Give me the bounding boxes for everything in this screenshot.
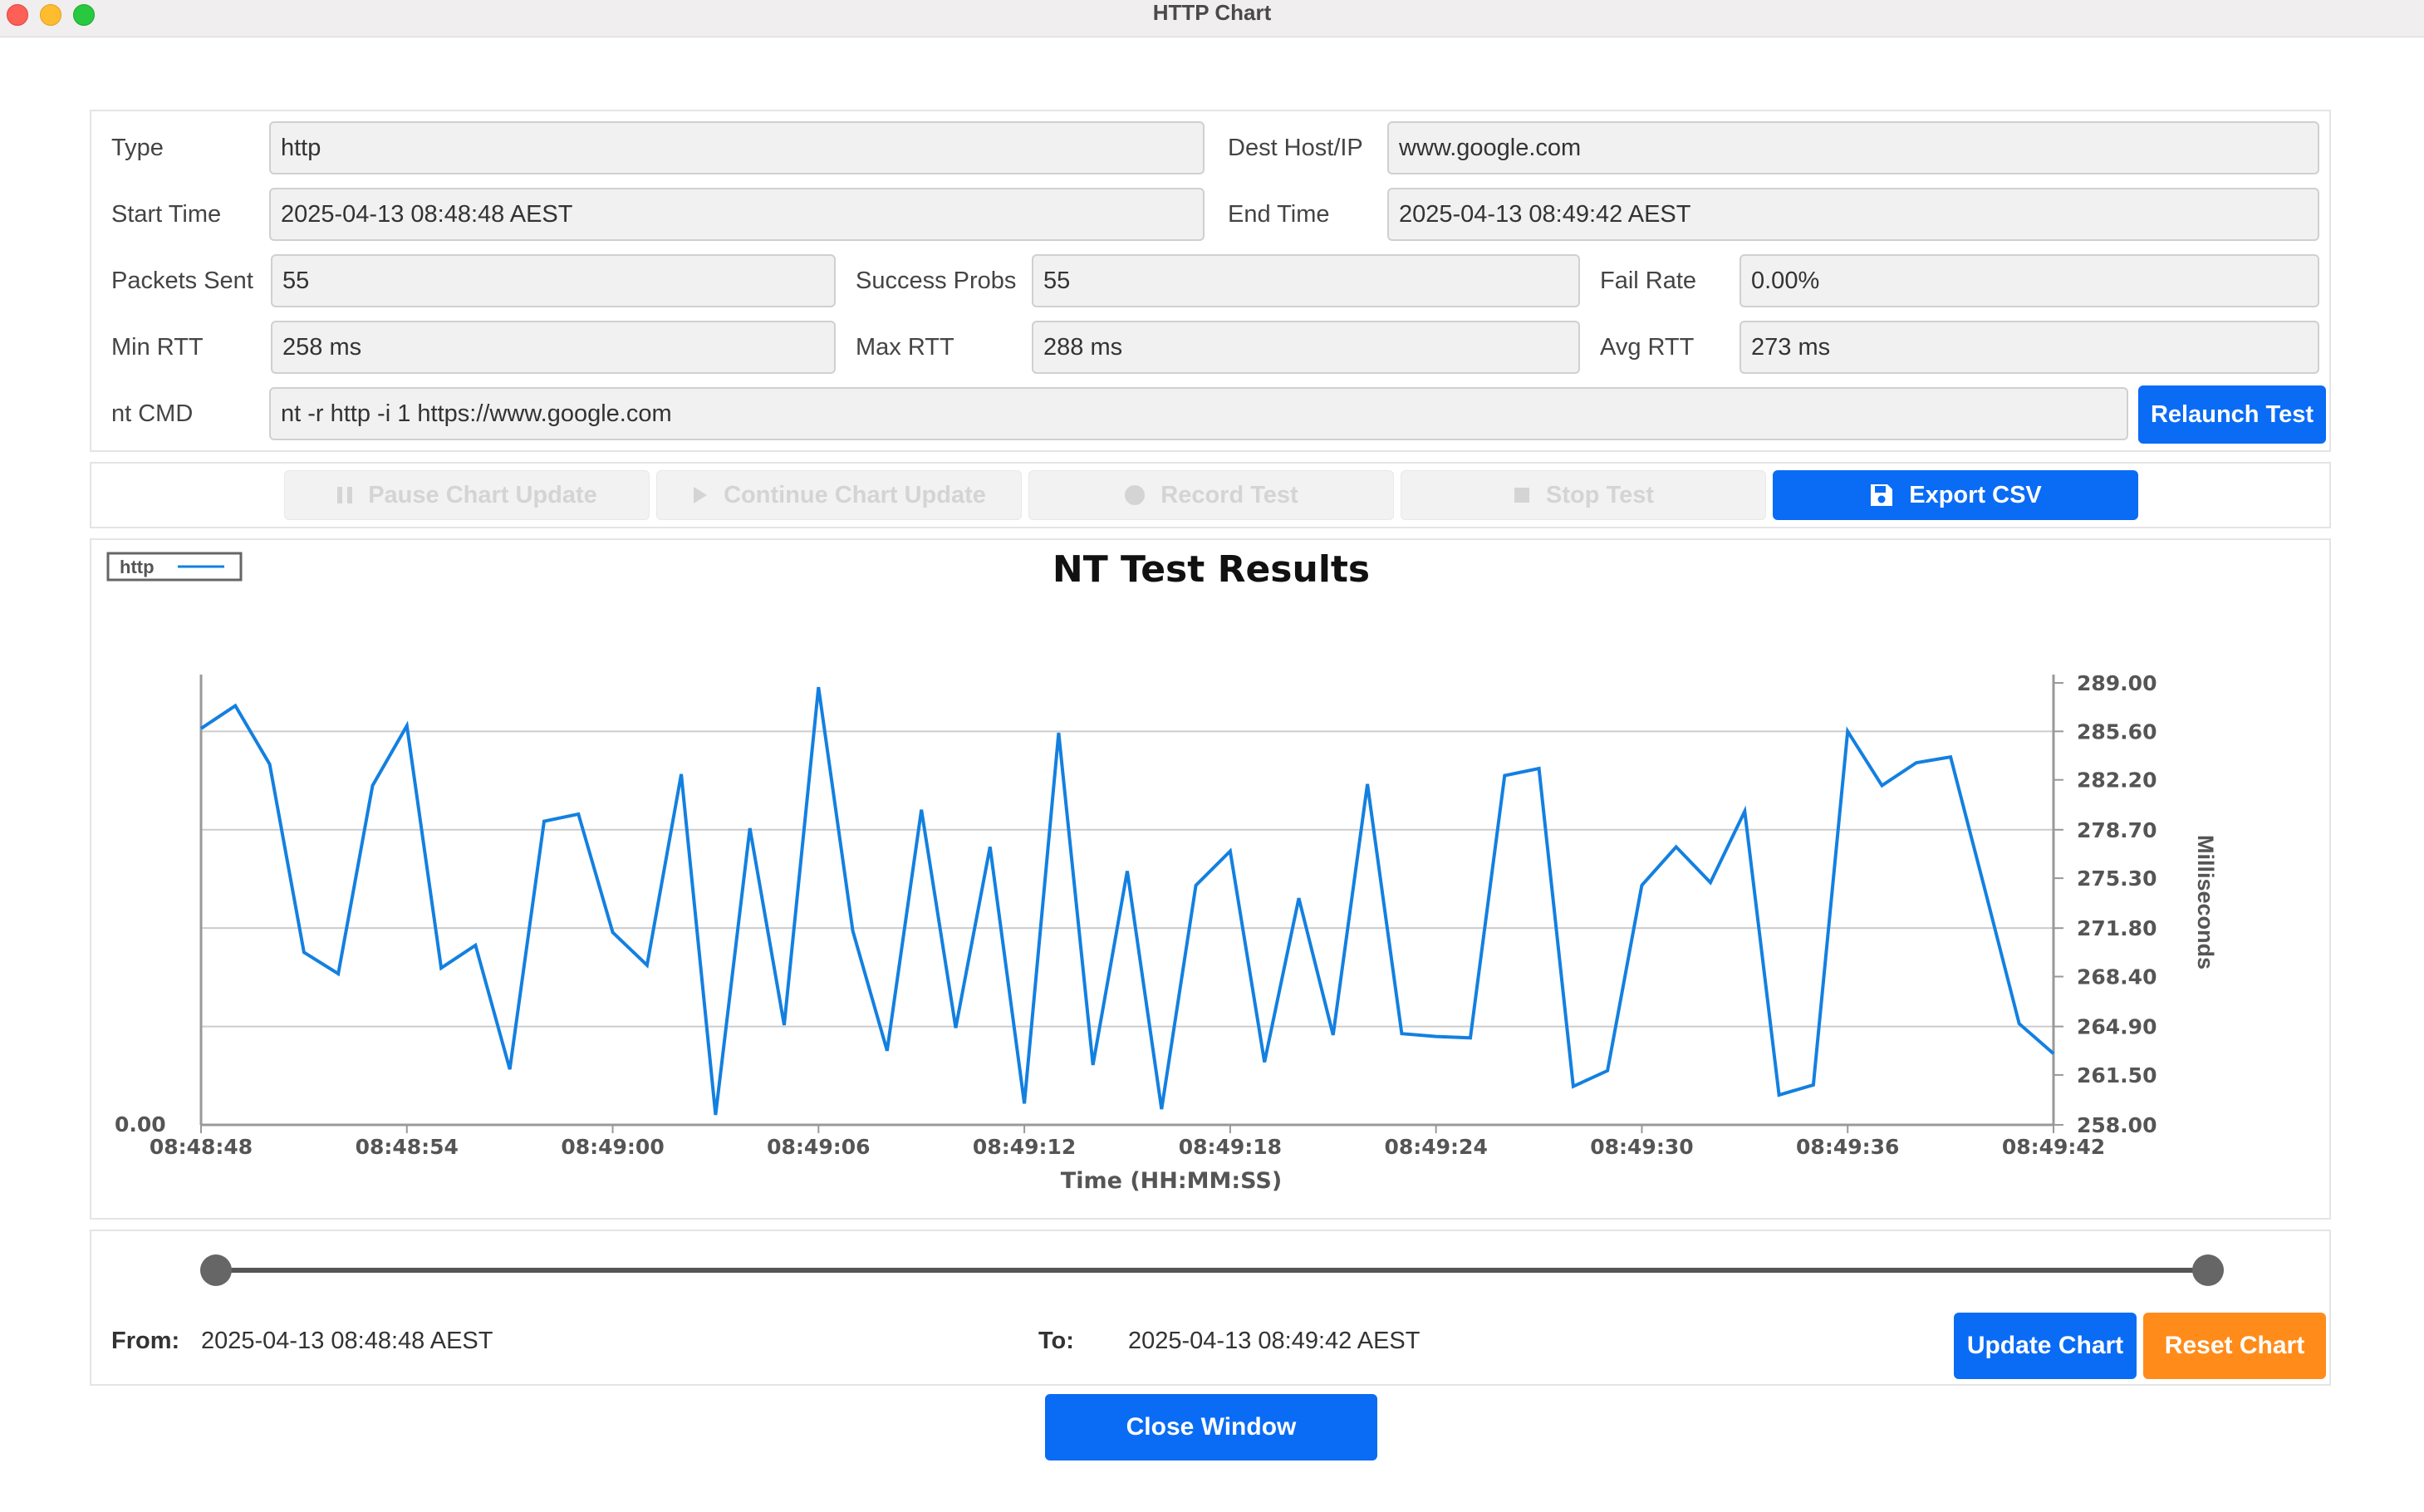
reset-chart-button[interactable]: Reset Chart: [2143, 1313, 2326, 1379]
y-tick-label: 268.40: [2077, 965, 2157, 989]
y-tick-label: 275.30: [2077, 866, 2157, 891]
x-tick-label: 08:49:06: [767, 1135, 870, 1159]
min-rtt-label: Min RTT: [111, 334, 204, 361]
min-rtt-field[interactable]: 258 ms: [271, 321, 836, 374]
chart-actions-panel: Pause Chart Update Continue Chart Update…: [90, 462, 2331, 528]
y-tick-label: 278.70: [2077, 818, 2157, 842]
chart-title: NT Test Results: [1053, 548, 1370, 591]
update-chart-button[interactable]: Update Chart: [1954, 1313, 2137, 1379]
y-tick-label: 264.90: [2077, 1015, 2157, 1039]
x-tick-label: 08:49:30: [1590, 1135, 1693, 1159]
stop-test-button[interactable]: Stop Test: [1401, 470, 1766, 520]
from-value: 2025-04-13 08:48:48 AEST: [201, 1328, 493, 1354]
pause-chart-update-button[interactable]: Pause Chart Update: [284, 470, 650, 520]
series-line-http: [199, 686, 2055, 1116]
y-left-tick-label: 0.00: [115, 1112, 166, 1136]
pause-chart-update-label: Pause Chart Update: [368, 481, 597, 508]
type-field[interactable]: http: [269, 121, 1205, 174]
max-rtt-field[interactable]: 288 ms: [1032, 321, 1580, 374]
time-range-start-handle[interactable]: [200, 1254, 232, 1286]
fail-rate-label: Fail Rate: [1600, 268, 1697, 294]
y-tick-label: 261.50: [2077, 1063, 2157, 1087]
stop-icon: [1514, 488, 1530, 503]
rtt-line-chart: http NT Test Results 289.00 285.60 282.20 2…: [106, 548, 2218, 1194]
end-time-label: End Time: [1228, 201, 1330, 228]
time-range-end-handle[interactable]: [2192, 1254, 2224, 1286]
dest-host-label: Dest Host/IP: [1228, 135, 1363, 161]
x-tick-label: 08:49:00: [561, 1135, 664, 1159]
packets-sent-field[interactable]: 55: [271, 254, 836, 307]
fail-rate-field[interactable]: 0.00%: [1739, 254, 2319, 307]
nt-cmd-field[interactable]: nt -r http -i 1 https://www.google.com: [269, 387, 2128, 440]
y-tick-label: 271.80: [2077, 916, 2157, 940]
stop-test-label: Stop Test: [1546, 481, 1654, 508]
title-bar: HTTP Chart: [0, 0, 2424, 37]
record-test-label: Record Test: [1160, 481, 1298, 508]
start-time-field[interactable]: 2025-04-13 08:48:48 AEST: [269, 188, 1205, 241]
continue-chart-update-button[interactable]: Continue Chart Update: [656, 470, 1022, 520]
record-test-button[interactable]: Record Test: [1028, 470, 1394, 520]
window-title: HTTP Chart: [1152, 0, 1272, 25]
avg-rtt-field[interactable]: 273 ms: [1739, 321, 2319, 374]
y-axis-title: Milliseconds: [2193, 835, 2218, 970]
time-range-panel: From: 2025-04-13 08:48:48 AEST To: 2025-…: [90, 1230, 2331, 1386]
x-tick-label: 08:48:48: [150, 1135, 253, 1159]
start-time-label: Start Time: [111, 201, 222, 228]
time-range-slider-track[interactable]: [216, 1268, 2208, 1273]
y-tick-label: 285.60: [2077, 719, 2157, 744]
export-csv-label: Export CSV: [1909, 481, 2042, 508]
avg-rtt-label: Avg RTT: [1600, 334, 1695, 361]
chart-panel: http NT Test Results 289.00 285.60 282.20 2…: [90, 538, 2331, 1220]
play-icon: [694, 487, 708, 504]
x-tick-label: 08:49:12: [973, 1135, 1076, 1159]
y-tick-label: 282.20: [2077, 768, 2157, 793]
x-tick-label: 08:49:42: [2002, 1135, 2105, 1159]
save-icon: [1871, 484, 1893, 507]
packets-sent-label: Packets Sent: [111, 268, 253, 294]
y-tick-label: 258.00: [2077, 1113, 2157, 1137]
from-label: From:: [111, 1328, 180, 1354]
relaunch-test-button[interactable]: Relaunch Test: [2138, 385, 2326, 444]
continue-chart-update-label: Continue Chart Update: [724, 481, 986, 508]
max-rtt-label: Max RTT: [856, 334, 954, 361]
x-tick-label: 08:49:18: [1179, 1135, 1282, 1159]
y-tick-label: 289.00: [2077, 671, 2157, 695]
success-probs-field[interactable]: 55: [1032, 254, 1580, 307]
to-value: 2025-04-13 08:49:42 AEST: [1128, 1328, 1421, 1354]
dest-host-field[interactable]: www.google.com: [1387, 121, 2319, 174]
chart-legend: http: [106, 552, 243, 582]
success-probs-label: Success Probs: [856, 268, 1017, 294]
type-label: Type: [111, 135, 164, 161]
test-info-panel: Type http Dest Host/IP www.google.com St…: [90, 110, 2331, 452]
x-tick-label: 08:49:36: [1796, 1135, 1899, 1159]
legend-label-http: http: [120, 557, 155, 577]
close-window-button[interactable]: Close Window: [1045, 1394, 1377, 1460]
nt-cmd-label: nt CMD: [111, 400, 194, 427]
end-time-field[interactable]: 2025-04-13 08:49:42 AEST: [1387, 188, 2319, 241]
x-tick-label: 08:49:24: [1384, 1135, 1487, 1159]
x-axis-title: Time (HH:MM:SS): [1061, 1168, 1282, 1194]
pause-icon: [337, 487, 353, 504]
export-csv-button[interactable]: Export CSV: [1773, 470, 2138, 520]
record-icon: [1125, 485, 1146, 506]
x-tick-label: 08:48:54: [356, 1135, 459, 1159]
to-label: To:: [1038, 1328, 1074, 1354]
